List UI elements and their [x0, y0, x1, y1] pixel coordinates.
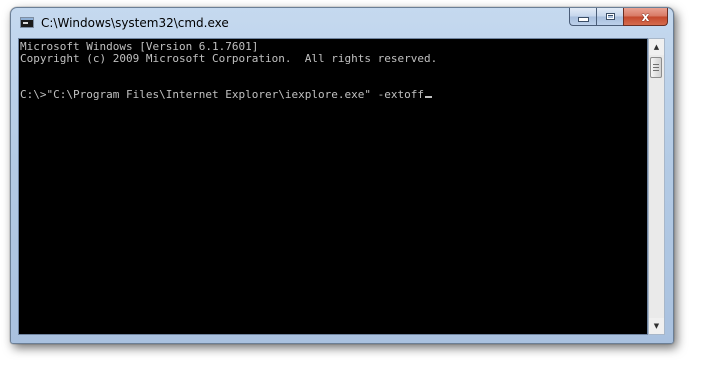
minimize-icon — [577, 17, 589, 22]
text-cursor — [424, 96, 432, 98]
window-title: C:\Windows\system32\cmd.exe — [41, 16, 229, 30]
arrow-down-icon: ▼ — [653, 322, 660, 330]
minimize-button[interactable] — [569, 8, 596, 26]
arrow-up-icon: ▲ — [653, 43, 660, 51]
grip-line — [653, 67, 659, 68]
caption-buttons: x — [569, 8, 668, 27]
maximize-icon — [605, 13, 615, 20]
scroll-up-button[interactable]: ▲ — [649, 39, 664, 55]
cmd-window: C:\Windows\system32\cmd.exe x Microsoft … — [10, 7, 674, 344]
grip-line — [653, 64, 659, 65]
scroll-down-button[interactable]: ▼ — [649, 318, 664, 334]
console-line: Copyright (c) 2009 Microsoft Corporation… — [20, 52, 438, 65]
command-line[interactable]: C:\>"C:\Program Files\Internet Explorer\… — [20, 89, 647, 101]
title-bar[interactable]: C:\Windows\system32\cmd.exe x — [11, 8, 673, 38]
close-button[interactable]: x — [623, 8, 668, 26]
cmd-icon[interactable] — [20, 17, 34, 28]
maximize-button[interactable] — [596, 8, 623, 26]
console-output[interactable]: Microsoft Windows [Version 6.1.7601] Cop… — [18, 38, 648, 335]
command-text: C:\>"C:\Program Files\Internet Explorer\… — [20, 88, 424, 101]
vertical-scrollbar[interactable]: ▲ ▼ — [648, 38, 665, 335]
close-icon: x — [641, 9, 650, 24]
scroll-thumb[interactable] — [650, 57, 662, 78]
grip-line — [653, 70, 659, 71]
